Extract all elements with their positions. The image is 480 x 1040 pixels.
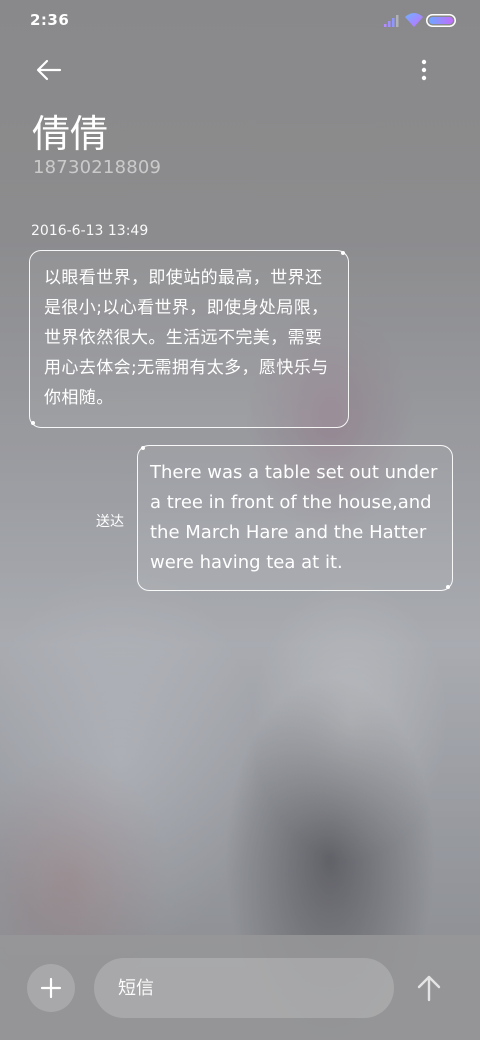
bubble-corner-dot xyxy=(141,446,145,450)
delivery-status: 送达 xyxy=(96,514,124,530)
send-button[interactable] xyxy=(409,968,449,1008)
status-time: 2:36 xyxy=(30,11,70,29)
bubble-corner-dot xyxy=(341,251,345,255)
add-attachment-button[interactable] xyxy=(27,964,75,1012)
wifi-icon xyxy=(405,13,423,27)
message-input[interactable] xyxy=(94,958,394,1018)
sent-message-bubble[interactable]: There was a table set out under a tree i… xyxy=(137,445,453,591)
more-options-button[interactable] xyxy=(404,50,444,90)
back-button[interactable] xyxy=(26,52,72,88)
contact-name: 倩倩 xyxy=(32,112,109,156)
status-bar: 2:36 xyxy=(0,0,480,42)
bubble-corner-dot xyxy=(446,585,450,589)
sent-message-text: There was a table set out under a tree i… xyxy=(150,462,438,573)
received-message-text: 以眼看世界，即使站的最高，世界还是很小;以心看世界，即使身处局限，世界依然很大。… xyxy=(44,268,329,408)
plus-icon xyxy=(40,977,62,999)
battery-icon xyxy=(426,14,456,27)
bubble-corner-dot xyxy=(31,421,35,425)
contact-number[interactable]: 18730218809 xyxy=(33,157,161,178)
arrow-left-icon xyxy=(36,59,62,81)
signal-icon xyxy=(384,15,399,27)
message-timestamp: 2016-6-13 13:49 xyxy=(31,223,149,239)
received-message-bubble[interactable]: 以眼看世界，即使站的最高，世界还是很小;以心看世界，即使身处局限，世界依然很大。… xyxy=(29,250,349,428)
arrow-up-icon xyxy=(417,975,441,1002)
more-vertical-icon xyxy=(421,59,427,81)
